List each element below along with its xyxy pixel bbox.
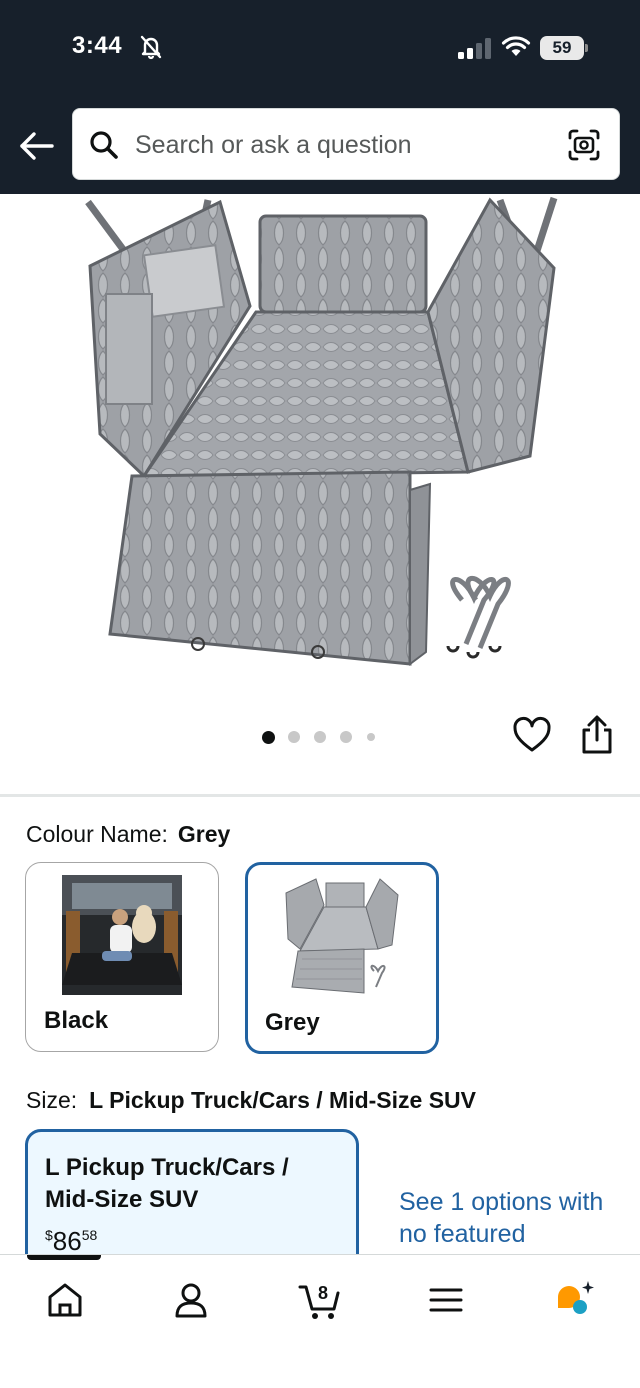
search-icon [90,131,118,159]
see-options-link[interactable]: See 1 options with no featured [399,1186,619,1250]
camera-scan-icon[interactable] [567,128,601,162]
colour-option-label: Black [44,1007,109,1034]
grey-variant-thumbnail [282,875,402,995]
share-icon[interactable] [578,714,616,756]
battery-indicator: 59 [540,36,588,60]
colour-option-label: Grey [265,1009,320,1036]
colour-label-text: Colour Name: [26,821,168,847]
price-fraction: 58 [81,1227,98,1243]
size-label-text: Size: [26,1087,78,1113]
status-time: 3:44 [72,32,123,59]
carousel-dot[interactable] [262,731,275,744]
size-option-price: $8658 [45,1226,97,1257]
black-variant-thumbnail [62,875,182,995]
colour-option-black[interactable]: Black [25,862,219,1052]
menu-icon[interactable] [421,1275,471,1325]
rufus-assistant-icon[interactable] [550,1275,600,1325]
top-header: 3:44 59 Search or ask a question [0,0,640,194]
cellular-signal-icon [458,38,491,59]
home-icon[interactable] [40,1275,90,1325]
price-symbol: $ [45,1227,53,1243]
section-divider [0,794,640,797]
carousel-dot[interactable] [314,731,326,743]
colour-option-grey[interactable]: Grey [245,862,439,1054]
bell-muted-icon [140,35,162,60]
search-input[interactable]: Search or ask a question [72,108,620,180]
size-option-name: L Pickup Truck/Cars / Mid-Size SUV [45,1154,289,1213]
carousel-dot[interactable] [288,731,300,743]
cart-count: 8 [318,1283,328,1303]
wifi-icon [501,36,531,56]
price-whole: 86 [52,1226,82,1256]
size-selected-value: L Pickup Truck/Cars / Mid-Size SUV [89,1087,476,1113]
cart-icon[interactable]: 8 [296,1275,346,1325]
size-label: Size: L Pickup Truck/Cars / Mid-Size SUV [26,1087,476,1114]
carousel-dot[interactable] [367,733,375,741]
colour-name-label: Colour Name: Grey [26,821,230,848]
image-carousel-dots[interactable] [260,728,390,746]
battery-level: 59 [540,36,584,60]
search-placeholder: Search or ask a question [135,131,412,159]
active-tab-indicator [27,1255,101,1260]
bottom-nav-bar: 8 [0,1254,640,1388]
colour-selected-value: Grey [177,821,231,847]
account-icon[interactable] [166,1275,216,1325]
back-arrow-icon[interactable] [16,126,58,166]
carousel-dot[interactable] [340,731,352,743]
heart-icon[interactable] [512,716,552,756]
battery-cap [585,44,588,52]
product-image[interactable] [70,194,570,674]
